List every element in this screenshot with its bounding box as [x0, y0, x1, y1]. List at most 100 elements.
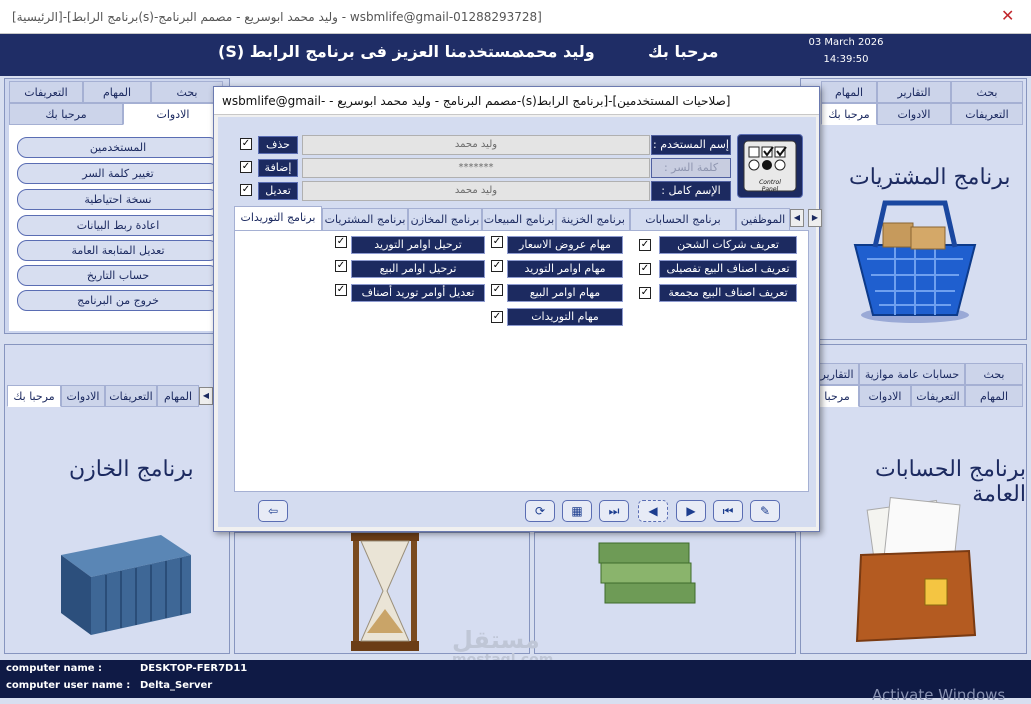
header-date: 03 March 2026: [808, 37, 884, 48]
tab-welcome[interactable]: مرحبا بك: [9, 103, 123, 125]
perm-check-9[interactable]: ✓: [335, 260, 347, 272]
tab-scroll-left-icon[interactable]: ◀: [790, 209, 804, 227]
tab-welcome-lb[interactable]: مرحبا بك: [7, 385, 61, 407]
tab-tasks-lb[interactable]: المهام: [157, 385, 199, 407]
perm-post-sale-orders[interactable]: ترحيل اوامر البيع: [351, 260, 485, 278]
logo-caption: Control Panel: [759, 179, 781, 193]
basket-icon: [853, 200, 977, 323]
tab-sales[interactable]: برنامج المبيعات: [482, 208, 556, 230]
close-icon[interactable]: ✕: [1001, 6, 1017, 25]
tab-tools-rt[interactable]: الادوات: [877, 103, 951, 125]
tab-reports-rt[interactable]: التقارير: [877, 81, 951, 103]
tab-tools-rb[interactable]: الادوات: [859, 385, 911, 407]
password-field[interactable]: *******: [302, 158, 650, 178]
first-record-button[interactable]: ⏮: [713, 500, 743, 522]
computer-name-label: computer name :: [6, 663, 103, 674]
tab-definitions[interactable]: التعريفات: [9, 81, 83, 103]
edit-followup-button[interactable]: تعديل المتابعة العامة: [17, 240, 219, 261]
tab-treasury[interactable]: برنامج الخزينة: [556, 208, 630, 230]
tab-supplies[interactable]: برنامج التوريدات: [234, 206, 322, 230]
tab-employees[interactable]: الموظفين: [736, 208, 790, 230]
permissions-dialog: [صلاحيات المستخدمين]-[برنامج الرابط(s)-م…: [213, 86, 822, 532]
perm-check-7[interactable]: ✓: [491, 311, 503, 323]
perm-sale-items-grouped[interactable]: تعريف اصناف البيع مجمعة: [659, 284, 797, 302]
delete-button[interactable]: حذف: [258, 136, 298, 154]
next-record-button[interactable]: ▶: [676, 500, 706, 522]
tab-stores[interactable]: برنامج المخازن: [408, 208, 482, 230]
perm-check-6[interactable]: ✓: [491, 284, 503, 296]
perm-general-supplies[interactable]: مهام التوريدات المومومية: [507, 308, 623, 339]
tab-scroll-right-icon[interactable]: ▶: [808, 209, 822, 227]
control-panel-logo: Control Panel: [737, 134, 803, 198]
perm-alternate-items[interactable]: تعديل أوامر توريد أصناف بديلة: [351, 284, 485, 315]
delete-checkbox[interactable]: ✓: [240, 138, 252, 150]
perm-shipping-companies[interactable]: تعريف شركات الشحن: [659, 236, 797, 254]
last-record-button[interactable]: ⏭: [599, 500, 629, 522]
add-checkbox[interactable]: ✓: [240, 161, 252, 173]
briefcase-icon: [855, 497, 977, 643]
header-welcome: مرحبا بك: [648, 42, 719, 61]
users-button[interactable]: المستخدمين: [17, 137, 219, 158]
save-record-button[interactable]: ▦: [562, 500, 592, 522]
prev-record-button[interactable]: ◀: [638, 500, 668, 522]
tab-tools[interactable]: الادوات: [123, 103, 223, 125]
perm-check-1[interactable]: ✓: [639, 239, 651, 251]
computer-user-label: computer user name :: [6, 680, 131, 691]
left-tools-area: المستخدمين تغيير كلمة السر نسخة احتياطية…: [9, 125, 225, 331]
dialog-body: Control Panel إسم المستخدم : وليد محمد ح…: [218, 117, 822, 527]
perm-sale-items-detail[interactable]: تعريف اصناف البيع تفصيلى: [659, 260, 797, 278]
perm-supply-orders[interactable]: مهام اوامر التوريد: [507, 260, 623, 278]
perm-sale-orders[interactable]: مهام اوامر البيع: [507, 284, 623, 302]
perm-post-supply-orders[interactable]: ترحيل اوامر التوريد: [351, 236, 485, 254]
perm-check-3[interactable]: ✓: [639, 287, 651, 299]
right-bottom-panel: بحث حسابات عامة موازية التقارير المهام ا…: [800, 344, 1027, 654]
date-calc-button[interactable]: حساب التاريخ: [17, 265, 219, 286]
perm-price-offers[interactable]: مهام عروض الاسعار: [507, 236, 623, 254]
computer-name: DESKTOP-FER7D11: [140, 663, 248, 674]
computer-user: Delta_Server: [140, 680, 213, 691]
purchases-title: برنامج المشتريات: [849, 165, 1011, 190]
tab-welcome-rt[interactable]: مرحبا بك: [821, 103, 877, 125]
status-bar: computer name : DESKTOP-FER7D11 computer…: [0, 660, 1031, 704]
watermark-brand: مستقل: [452, 626, 540, 654]
tab-parallel-rb[interactable]: حسابات عامة موازية: [859, 363, 965, 385]
scroll-left-icon[interactable]: ◀: [199, 387, 213, 405]
edit-checkbox[interactable]: ✓: [240, 184, 252, 196]
tab-search-rb[interactable]: بحث: [965, 363, 1023, 385]
window-titlebar: [wsbmlife@gmail-01288293728 - وليد محمد …: [0, 0, 1031, 34]
left-bottom-panel: ◀ المهام التعريفات الادوات مرحبا بك برنا…: [4, 344, 230, 654]
tab-purchases[interactable]: برنامج المشتريات: [322, 208, 408, 230]
relink-data-button[interactable]: اعادة ربط البيانات: [17, 215, 219, 236]
hourglass-icon: [351, 533, 419, 651]
fullname-field[interactable]: وليد محمد: [302, 181, 650, 201]
exit-dialog-button[interactable]: ⇦: [258, 500, 288, 522]
tab-reports-rb[interactable]: التقارير: [815, 363, 859, 385]
tab-welcome-rb[interactable]: مرحبا: [815, 385, 859, 407]
tab-definitions-rt[interactable]: التعريفات: [951, 103, 1023, 125]
window-title: [wsbmlife@gmail-01288293728 - وليد محمد …: [12, 10, 542, 24]
backup-button[interactable]: نسخة احتياطية: [17, 189, 219, 210]
tab-definitions-lb[interactable]: التعريفات: [105, 385, 157, 407]
header-subtitle: مستخدمنا العزيز فى برنامج الرابط (S): [218, 42, 521, 61]
perm-check-4[interactable]: ✓: [491, 236, 503, 248]
perm-check-2[interactable]: ✓: [639, 263, 651, 275]
edit-button[interactable]: تعديل: [258, 182, 298, 200]
perm-check-10[interactable]: ✓: [335, 284, 347, 296]
tab-tasks[interactable]: المهام: [83, 81, 151, 103]
tab-tools-lb[interactable]: الادوات: [61, 385, 105, 407]
refresh-button[interactable]: ⟳: [525, 500, 555, 522]
tab-tasks-rt[interactable]: المهام: [821, 81, 877, 103]
tab-definitions-rb[interactable]: التعريفات: [911, 385, 965, 407]
exit-button[interactable]: خروج من البرنامج: [17, 290, 219, 311]
tab-search-rt[interactable]: بحث: [951, 81, 1023, 103]
perm-check-5[interactable]: ✓: [491, 260, 503, 272]
stores-title: برنامج الخازن: [69, 457, 194, 482]
perm-check-8[interactable]: ✓: [335, 236, 347, 248]
add-button[interactable]: إضافة: [258, 159, 298, 177]
username-field[interactable]: وليد محمد: [302, 135, 650, 155]
tab-general-accounts[interactable]: برنامج الحسابات العامة: [630, 208, 736, 247]
tab-tasks-rb[interactable]: المهام: [965, 385, 1023, 407]
new-record-button[interactable]: ✎: [750, 500, 780, 522]
dialog-title: [صلاحيات المستخدمين]-[برنامج الرابط(s)-م…: [214, 87, 819, 136]
change-password-button[interactable]: تغيير كلمة السر: [17, 163, 219, 184]
